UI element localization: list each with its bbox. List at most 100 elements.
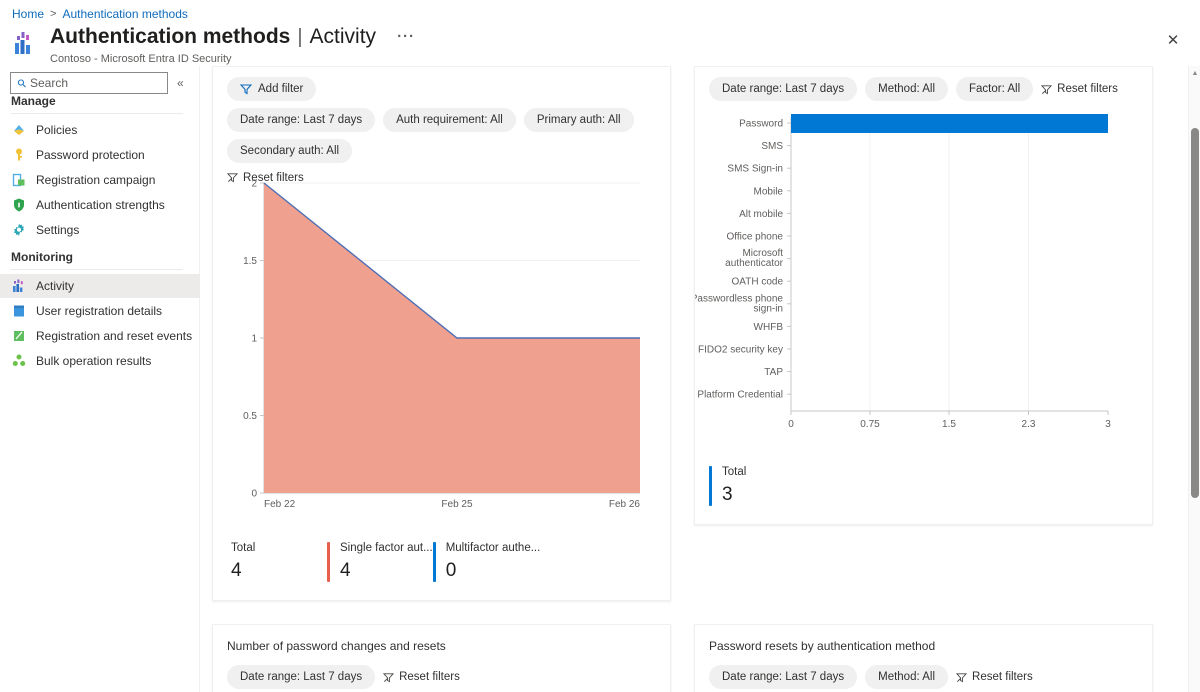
add-filter-button[interactable]: Add filter xyxy=(227,77,317,101)
sidebar-item-label: Registration campaign xyxy=(36,173,156,187)
card-title: Number of password changes and resets xyxy=(227,639,446,653)
sidebar-group-manage-header: Manage xyxy=(0,94,199,114)
x-tick-label: 3 xyxy=(1105,419,1111,430)
methods-kpi-strip: Total 3 xyxy=(709,466,812,506)
sidebar-item-user-registration-details[interactable]: User registration details xyxy=(0,299,200,323)
reset-filters-button[interactable]: Reset filters xyxy=(383,671,460,683)
sidebar-group-title-monitoring: Monitoring xyxy=(11,250,183,270)
category-label-line2: authenticator xyxy=(725,258,783,269)
registration-events-icon xyxy=(11,328,27,344)
sidebar-item-label: Settings xyxy=(36,223,80,237)
authentication-methods-icon xyxy=(12,28,42,58)
collapse-sidebar-icon[interactable]: « xyxy=(174,75,187,91)
kpi-label: Multifactor authe... xyxy=(445,542,541,554)
page-scrollbar[interactable]: ▲ xyxy=(1188,66,1200,692)
chart-y-ticks: 2 1.5 1 0.5 0 xyxy=(243,179,264,500)
filter-pill-date-range[interactable]: Date range: Last 7 days xyxy=(709,665,858,689)
filter-pill-method[interactable]: Method: All xyxy=(865,665,949,689)
x-tick-label: 0.75 xyxy=(860,419,880,430)
search-box[interactable]: ⚲ xyxy=(10,72,168,94)
filter-pill-date-range[interactable]: Date range: Last 7 days xyxy=(227,665,376,689)
kpi-total: Total 4 xyxy=(227,542,327,582)
password-resets-card: Password resets by authentication method… xyxy=(694,624,1153,692)
reset-filters-button[interactable]: Reset filters xyxy=(1041,83,1118,95)
filter-pill-date-range[interactable]: Date range: Last 7 days xyxy=(709,77,858,101)
shield-icon xyxy=(11,197,27,213)
signins-activity-card: Add filter Date range: Last 7 days Auth … xyxy=(212,66,671,601)
chart-x-ticks: 0 0.75 1.5 2.3 3 xyxy=(788,411,1111,430)
x-tick-label: Feb 25 xyxy=(441,499,473,510)
search-input[interactable] xyxy=(30,76,156,90)
breadcrumb-home[interactable]: Home xyxy=(12,6,44,22)
signins-area-chart: 2 1.5 1 0.5 0 Feb 22 Feb 25 Feb 26 xyxy=(227,175,657,525)
category-label: Password xyxy=(739,119,783,130)
sidebar-search-row: ⚲ « xyxy=(0,66,199,94)
reset-filters-label: Reset filters xyxy=(1057,83,1118,95)
sidebar-item-bulk-operation-results[interactable]: Bulk operation results xyxy=(0,349,200,373)
sidebar-group-title-manage: Manage xyxy=(11,94,183,114)
y-tick-label: 0.5 xyxy=(243,411,257,422)
reset-filters-label: Reset filters xyxy=(399,671,460,683)
password-changes-card: Number of password changes and resets Da… xyxy=(212,624,671,692)
category-label: Mobile xyxy=(754,186,784,197)
reset-filters-label: Reset filters xyxy=(972,671,1033,683)
sidebar-item-policies[interactable]: Policies xyxy=(0,118,200,142)
filter-pill-method[interactable]: Method: All xyxy=(865,77,949,101)
filter-pill-date-range[interactable]: Date range: Last 7 days xyxy=(227,108,376,132)
bar-password xyxy=(791,114,1108,133)
x-tick-label: 0 xyxy=(788,419,794,430)
user-registration-icon xyxy=(11,303,27,319)
page-title-divider: | xyxy=(297,26,303,48)
page-title-section: Activity xyxy=(309,25,377,48)
main-content: Add filter Date range: Last 7 days Auth … xyxy=(200,66,1190,692)
x-tick-label: Feb 22 xyxy=(264,499,296,510)
key-icon xyxy=(11,147,27,163)
close-icon[interactable]: ✕ xyxy=(1162,29,1184,51)
sidebar-item-activity[interactable]: Activity xyxy=(0,274,200,298)
chart-gridlines xyxy=(869,117,1029,411)
sidebar-group-monitoring-items: Activity User registration details Regis… xyxy=(0,274,200,373)
x-tick-label: Feb 26 xyxy=(609,499,641,510)
y-tick-label: 2 xyxy=(251,179,257,190)
sidebar-item-registration-campaign[interactable]: Registration campaign xyxy=(0,168,200,192)
sidebar-item-authentication-strengths[interactable]: Authentication strengths xyxy=(0,193,200,217)
scrollbar-thumb[interactable] xyxy=(1191,128,1199,498)
signins-filter-bar: Add filter Date range: Last 7 days Auth … xyxy=(227,77,657,188)
reset-filter-icon xyxy=(1041,84,1053,94)
filter-pill-secondary-auth[interactable]: Secondary auth: All xyxy=(227,139,353,163)
category-label: WHFB xyxy=(754,322,784,333)
sidebar-item-label: Authentication strengths xyxy=(36,198,165,212)
sidebar-item-label: Activity xyxy=(36,279,75,293)
filter-icon xyxy=(240,84,252,95)
scroll-up-icon[interactable]: ▲ xyxy=(1189,66,1200,80)
sidebar-item-label: Policies xyxy=(36,123,78,137)
reset-filters-button[interactable]: Reset filters xyxy=(956,671,1033,683)
more-options-icon[interactable]: ··· xyxy=(397,24,415,50)
filter-pill-auth-requirement[interactable]: Auth requirement: All xyxy=(383,108,516,132)
activity-chart-icon xyxy=(11,278,27,294)
category-label: SMS xyxy=(761,141,783,152)
sidebar-item-settings[interactable]: Settings xyxy=(0,218,200,242)
add-filter-label: Add filter xyxy=(258,83,304,95)
category-label-line2: sign-in xyxy=(754,303,783,314)
sidebar-item-registration-and-reset-events[interactable]: Registration and reset events xyxy=(0,324,200,348)
sidebar-item-password-protection[interactable]: Password protection xyxy=(0,143,200,167)
sidebar-group-manage-items: Policies Password protection Registratio… xyxy=(0,118,199,242)
card-title: Password resets by authentication method xyxy=(709,639,936,653)
breadcrumb-current[interactable]: Authentication methods xyxy=(62,6,187,22)
category-label: TAP xyxy=(764,367,783,378)
filter-pill-primary-auth[interactable]: Primary auth: All xyxy=(523,108,634,132)
kpi-value: 3 xyxy=(722,484,733,505)
reset-filter-icon xyxy=(383,672,395,682)
reset-filter-icon xyxy=(956,672,968,682)
page-header: Authentication methods | Activity ··· Co… xyxy=(12,24,415,67)
kpi-single-factor: Single factor aut... 4 xyxy=(327,542,433,582)
category-label: Office phone xyxy=(726,232,783,243)
filter-pill-factor[interactable]: Factor: All xyxy=(956,77,1034,101)
y-tick-label: 0 xyxy=(251,489,257,500)
kpi-multifactor: Multifactor authe... 0 xyxy=(432,542,541,582)
registration-campaign-icon xyxy=(11,172,27,188)
sidebar-group-monitoring-header: Monitoring xyxy=(0,250,199,270)
password-resets-filter-bar: Date range: Last 7 days Method: All Rese… xyxy=(709,665,1139,689)
breadcrumb-separator: > xyxy=(50,8,57,20)
